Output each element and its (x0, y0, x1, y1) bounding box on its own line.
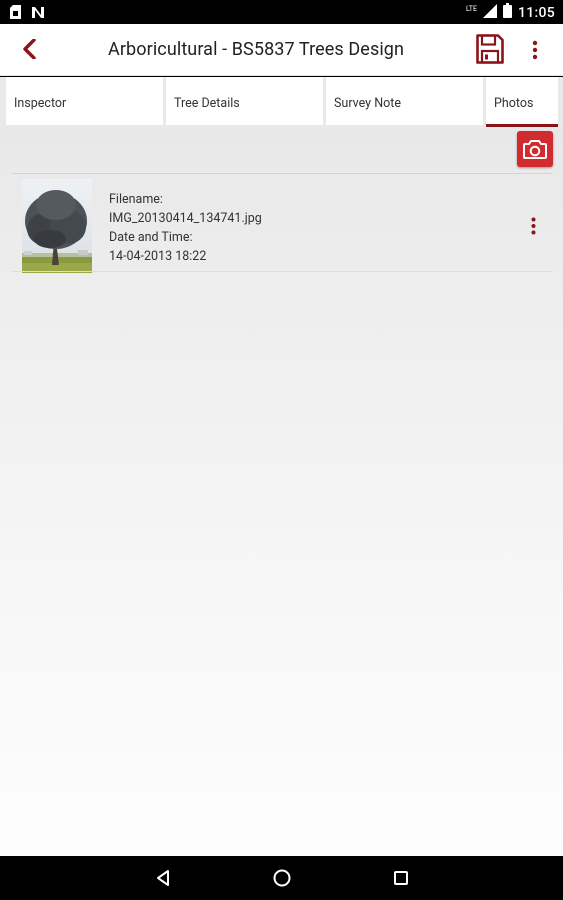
tab-inspector[interactable]: Inspector (6, 77, 163, 125)
network-type-label: LTE (465, 5, 477, 13)
sim-card-icon (10, 4, 21, 23)
recents-square-icon (394, 871, 408, 885)
more-vert-icon (532, 40, 538, 60)
photo-metadata: Filename: IMG_20130414_134741.jpg Date a… (109, 190, 262, 266)
tab-survey-note[interactable]: Survey Note (326, 77, 483, 125)
filename-value: IMG_20130414_134741.jpg (109, 211, 262, 226)
system-nav-bar (0, 856, 563, 900)
nfc-icon (31, 4, 45, 23)
save-button[interactable] (474, 32, 506, 66)
clock: 11:05 (517, 4, 555, 21)
nav-home-button[interactable] (267, 864, 297, 892)
datetime-value: 14-04-2013 18:22 (109, 249, 207, 264)
take-photo-button[interactable] (517, 131, 553, 167)
tab-tree-details[interactable]: Tree Details (166, 77, 323, 125)
camera-icon (523, 140, 547, 159)
photo-list-item[interactable]: Filename: IMG_20130414_134741.jpg Date a… (12, 174, 552, 273)
battery-icon (502, 3, 512, 22)
back-triangle-icon (157, 870, 169, 886)
app-bar: Arboricultural - BS5837 Trees Design (0, 24, 563, 76)
status-bar: LTE 11:05 (0, 0, 563, 24)
signal-icon (482, 3, 497, 22)
chevron-left-icon (23, 39, 36, 59)
back-button[interactable] (16, 35, 44, 63)
tab-label: Inspector (14, 96, 67, 111)
home-circle-icon (273, 869, 291, 887)
tab-photos[interactable]: Photos (486, 77, 558, 127)
divider (12, 271, 552, 272)
photos-panel: Filename: IMG_20130414_134741.jpg Date a… (0, 127, 563, 856)
tab-label: Tree Details (174, 96, 240, 111)
nav-recents-button[interactable] (386, 864, 416, 892)
floppy-disk-icon (476, 34, 504, 64)
photo-item-menu-button[interactable] (526, 214, 540, 238)
tab-label: Photos (494, 96, 534, 111)
overflow-menu-button[interactable] (524, 36, 546, 64)
nav-back-button[interactable] (148, 864, 178, 892)
tab-label: Survey Note (334, 96, 401, 111)
more-vert-icon (531, 217, 535, 235)
tab-bar: Inspector Tree Details Survey Note Photo… (0, 77, 563, 127)
page-title: Arboricultural - BS5837 Trees Design (108, 39, 405, 60)
photo-thumbnail[interactable] (22, 179, 92, 273)
datetime-label: Date and Time: (109, 230, 193, 245)
filename-label: Filename: (109, 192, 163, 207)
